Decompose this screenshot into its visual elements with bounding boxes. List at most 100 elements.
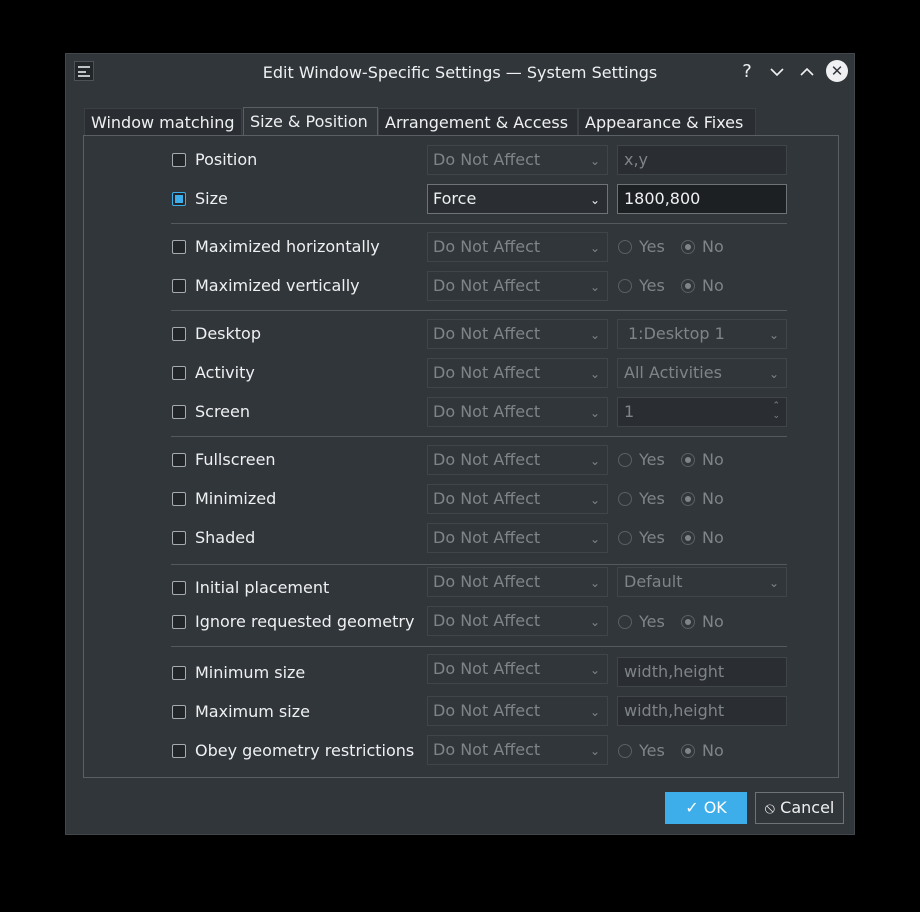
size-policy-combo[interactable]: Force ⌄ <box>427 184 608 214</box>
tab-size-position[interactable]: Size & Position <box>243 107 378 136</box>
desktop-policy-combo[interactable]: Do Not Affect ⌄ <box>427 319 608 349</box>
desktop-label: Desktop <box>195 324 261 343</box>
no-label: No <box>702 450 724 469</box>
tab-appearance-fixes[interactable]: Appearance & Fixes <box>578 108 756 135</box>
shaded-checkbox[interactable] <box>172 531 186 545</box>
minimized-no-radio[interactable] <box>681 492 695 506</box>
screen-checkbox[interactable] <box>172 405 186 419</box>
yes-label: Yes <box>639 741 665 760</box>
chevron-down-icon: ⌄ <box>589 154 600 168</box>
shaded-yes-radio[interactable] <box>618 531 632 545</box>
maximum-size-checkbox[interactable] <box>172 705 186 719</box>
no-label: No <box>702 528 724 547</box>
initial-placement-checkbox[interactable] <box>172 581 186 595</box>
obey-geometry-no-radio[interactable] <box>681 744 695 758</box>
initial-placement-policy-combo[interactable]: Do Not Affect ⌄ <box>427 567 608 597</box>
obey-geometry-checkbox[interactable] <box>172 744 186 758</box>
activity-policy-combo[interactable]: Do Not Affect ⌄ <box>427 358 608 388</box>
chevron-down-icon: ⌄ <box>589 615 600 629</box>
size-checkbox[interactable] <box>172 192 186 206</box>
help-icon[interactable]: ? <box>736 61 758 83</box>
maximized-horizontally-policy-combo[interactable]: Do Not Affect ⌄ <box>427 232 608 262</box>
position-label: Position <box>195 150 258 169</box>
maximized-vertically-checkbox[interactable] <box>172 279 186 293</box>
minimum-size-checkbox[interactable] <box>172 666 186 680</box>
screen-label: Screen <box>195 402 251 421</box>
chevron-down-icon: ⌄ <box>768 328 779 342</box>
maximum-size-input[interactable]: width,height <box>617 696 787 726</box>
no-label: No <box>702 237 724 256</box>
maximum-size-policy-combo[interactable]: Do Not Affect ⌄ <box>427 696 608 726</box>
initial-placement-select[interactable]: Default ⌄ <box>617 567 787 597</box>
yes-label: Yes <box>639 450 665 469</box>
ok-label: OK <box>703 798 727 817</box>
fullscreen-policy-combo[interactable]: Do Not Affect ⌄ <box>427 445 608 475</box>
shaded-policy-combo[interactable]: Do Not Affect ⌄ <box>427 523 608 553</box>
close-icon[interactable]: ✕ <box>826 60 848 82</box>
fullscreen-label: Fullscreen <box>195 450 276 469</box>
minimum-size-policy-combo[interactable]: Do Not Affect ⌄ <box>427 654 608 684</box>
separator <box>171 646 787 647</box>
yes-label: Yes <box>639 237 665 256</box>
tab-arrangement-access[interactable]: Arrangement & Access <box>378 108 578 135</box>
obey-geometry-yes-radio[interactable] <box>618 744 632 758</box>
no-label: No <box>702 489 724 508</box>
minimized-yes-radio[interactable] <box>618 492 632 506</box>
chevron-up-icon[interactable] <box>796 61 818 83</box>
ignore-geometry-no-radio[interactable] <box>681 615 695 629</box>
maximized-vertically-no-radio[interactable] <box>681 279 695 293</box>
no-label: No <box>702 741 724 760</box>
chevron-down-icon: ⌄ <box>589 744 600 758</box>
no-label: No <box>702 612 724 631</box>
screen-policy-combo[interactable]: Do Not Affect ⌄ <box>427 397 608 427</box>
separator <box>171 223 787 224</box>
yes-label: Yes <box>639 528 665 547</box>
ok-button[interactable]: ✓ OK <box>665 792 747 824</box>
maximized-vertically-policy-combo[interactable]: Do Not Affect ⌄ <box>427 271 608 301</box>
chevron-down-icon: ⌄ <box>589 493 600 507</box>
ignore-geometry-label: Ignore requested geometry <box>195 612 415 631</box>
maximized-vertically-yes-radio[interactable] <box>618 279 632 293</box>
ignore-geometry-checkbox[interactable] <box>172 615 186 629</box>
fullscreen-checkbox[interactable] <box>172 453 186 467</box>
maximized-horizontally-no-radio[interactable] <box>681 240 695 254</box>
position-input[interactable]: x,y <box>617 145 787 175</box>
desktop-checkbox[interactable] <box>172 327 186 341</box>
yes-label: Yes <box>639 612 665 631</box>
tab-window-matching[interactable]: Window matching <box>84 108 242 135</box>
desktop-select[interactable]: 1:Desktop 1 ⌄ <box>617 319 787 349</box>
maximized-horizontally-checkbox[interactable] <box>172 240 186 254</box>
chevron-down-icon: ⌄ <box>589 241 600 255</box>
screen-spinbox[interactable]: 1 ⌃ ⌄ <box>617 397 787 427</box>
title-bar[interactable]: Edit Window-Specific Settings — System S… <box>66 54 854 90</box>
ignore-geometry-yes-radio[interactable] <box>618 615 632 629</box>
position-policy-combo[interactable]: Do Not Affect ⌄ <box>427 145 608 175</box>
minimum-size-input[interactable]: width,height <box>617 657 787 687</box>
checkmark-icon: ✓ <box>685 798 704 817</box>
maximized-horizontally-yes-radio[interactable] <box>618 240 632 254</box>
activity-checkbox[interactable] <box>172 366 186 380</box>
cancel-button[interactable]: ⦸ Cancel <box>755 792 844 824</box>
fullscreen-no-radio[interactable] <box>681 453 695 467</box>
minimized-policy-combo[interactable]: Do Not Affect ⌄ <box>427 484 608 514</box>
chevron-down-icon: ⌄ <box>589 705 600 719</box>
activity-select[interactable]: All Activities ⌄ <box>617 358 787 388</box>
cancel-label: Cancel <box>780 798 835 817</box>
chevron-down-icon[interactable] <box>766 61 788 83</box>
ignore-geometry-policy-combo[interactable]: Do Not Affect ⌄ <box>427 606 608 636</box>
obey-geometry-label: Obey geometry restrictions <box>195 741 415 760</box>
shaded-no-radio[interactable] <box>681 531 695 545</box>
shaded-label: Shaded <box>195 528 256 547</box>
minimized-checkbox[interactable] <box>172 492 186 506</box>
maximized-horizontally-label: Maximized horizontally <box>195 237 380 256</box>
obey-geometry-policy-combo[interactable]: Do Not Affect ⌄ <box>427 735 608 765</box>
chevron-down-icon: ⌄ <box>768 367 779 381</box>
spinner-arrows-icon[interactable]: ⌃ ⌄ <box>772 401 780 421</box>
maximized-vertically-label: Maximized vertically <box>195 276 360 295</box>
fullscreen-yes-radio[interactable] <box>618 453 632 467</box>
size-input[interactable]: 1800,800 <box>617 184 787 214</box>
position-checkbox[interactable] <box>172 153 186 167</box>
chevron-down-icon: ⌄ <box>589 576 600 590</box>
initial-placement-label: Initial placement <box>195 578 330 597</box>
chevron-down-icon: ⌄ <box>589 454 600 468</box>
